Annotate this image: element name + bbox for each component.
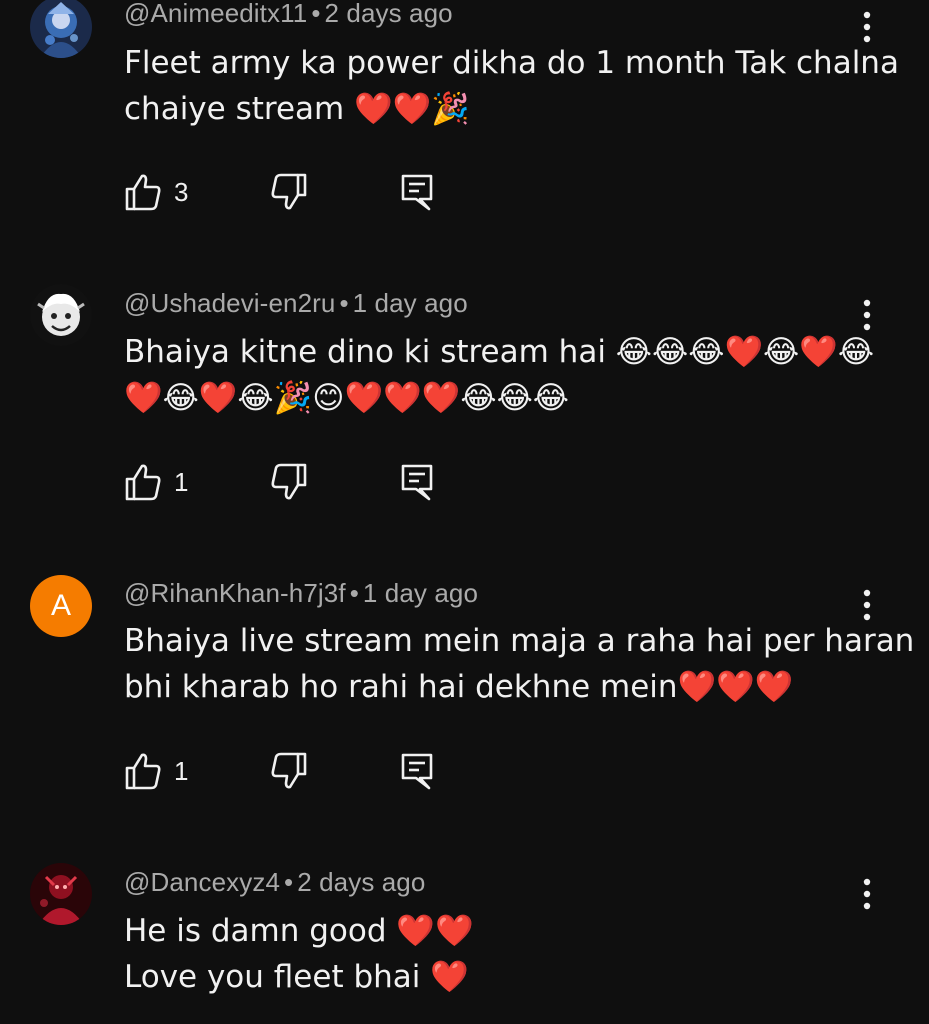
- comment-text-line: bhi kharab ho rahi hai dekhne mein❤️❤️❤️: [124, 669, 794, 705]
- comment-actions: 3: [124, 170, 464, 214]
- comment-meta: @RihanKhan-h7j3f • 1 day ago: [124, 578, 478, 609]
- like-button[interactable]: 1: [124, 460, 188, 504]
- meta-separator: •: [339, 288, 349, 318]
- comment-author[interactable]: @RihanKhan-h7j3f: [124, 578, 346, 608]
- thumbs-up-icon: [125, 753, 161, 790]
- thumbs-up-icon: [125, 174, 161, 211]
- comment-actions: 1: [124, 460, 464, 504]
- comment-author[interactable]: @Ushadevi-en2ru: [124, 288, 335, 318]
- anime-avatar-icon: [30, 0, 92, 58]
- like-count: 1: [174, 466, 189, 497]
- avatar-letter: A: [50, 589, 71, 622]
- comment-time[interactable]: 2 days ago: [325, 0, 453, 28]
- luffy-avatar-icon: [30, 284, 92, 346]
- avatar[interactable]: [30, 0, 92, 58]
- comment-meta: @Ushadevi-en2ru • 1 day ago: [124, 288, 468, 319]
- comment-time[interactable]: 1 day ago: [363, 578, 478, 608]
- thumbs-down-icon: [271, 463, 307, 500]
- comment-author[interactable]: @Animeeditx11: [124, 0, 307, 28]
- comment-time[interactable]: 2 days ago: [297, 867, 425, 897]
- comment-text-line: Love you fleet bhai ❤️: [124, 959, 469, 995]
- meta-separator: •: [349, 578, 359, 608]
- comment-text: Bhaiya kitne dino ki stream hai 😂😂😂❤️😂❤️…: [124, 329, 875, 421]
- comment-text-line: chaiye stream ❤️❤️🎉: [124, 91, 470, 127]
- comment-text: He is damn good ❤️❤️ Love you fleet bhai…: [124, 908, 859, 1000]
- red-figure-avatar-icon: [30, 863, 92, 925]
- thumbs-down-icon: [271, 752, 307, 789]
- comment-text-line: Bhaiya kitne dino ki stream hai 😂😂😂❤️😂❤️…: [124, 334, 875, 370]
- comment-meta: @Dancexyz4 • 2 days ago: [124, 867, 425, 898]
- comment-text: Fleet army ka power dikha do 1 month Tak…: [124, 40, 899, 132]
- comment-actions: 1: [124, 749, 464, 793]
- reply-button[interactable]: [400, 170, 436, 214]
- reply-comment-icon: [401, 464, 433, 501]
- like-count: 3: [174, 176, 189, 207]
- comment-text: Bhaiya live stream mein maja a raha hai …: [124, 618, 915, 710]
- avatar[interactable]: [30, 284, 92, 346]
- avatar[interactable]: [30, 863, 92, 925]
- like-button[interactable]: 3: [124, 170, 188, 214]
- comment-meta: @Animeeditx11 • 2 days ago: [124, 0, 453, 29]
- comment-author[interactable]: @Dancexyz4: [124, 867, 280, 897]
- comment-time[interactable]: 1 day ago: [353, 288, 468, 318]
- comment-text-line: ❤️😂❤️😂🎉😊❤️❤️❤️😂😂😂: [124, 380, 570, 416]
- dislike-button[interactable]: [270, 170, 308, 214]
- meta-separator: •: [311, 0, 321, 28]
- thumbs-up-icon: [125, 464, 161, 501]
- avatar[interactable]: A: [30, 575, 92, 637]
- reply-button[interactable]: [400, 460, 436, 504]
- meta-separator: •: [284, 867, 294, 897]
- reply-button[interactable]: [400, 749, 436, 793]
- dislike-button[interactable]: [270, 749, 308, 793]
- comment-text-line: Fleet army ka power dikha do 1 month Tak…: [124, 45, 899, 81]
- reply-comment-icon: [401, 174, 433, 211]
- reply-comment-icon: [401, 753, 433, 790]
- like-button[interactable]: 1: [124, 749, 188, 793]
- dislike-button[interactable]: [270, 460, 308, 504]
- like-count: 1: [174, 755, 189, 786]
- comment-text-line: Bhaiya live stream mein maja a raha hai …: [124, 623, 915, 659]
- comment-text-line: He is damn good ❤️❤️: [124, 913, 474, 949]
- thumbs-down-icon: [271, 173, 307, 210]
